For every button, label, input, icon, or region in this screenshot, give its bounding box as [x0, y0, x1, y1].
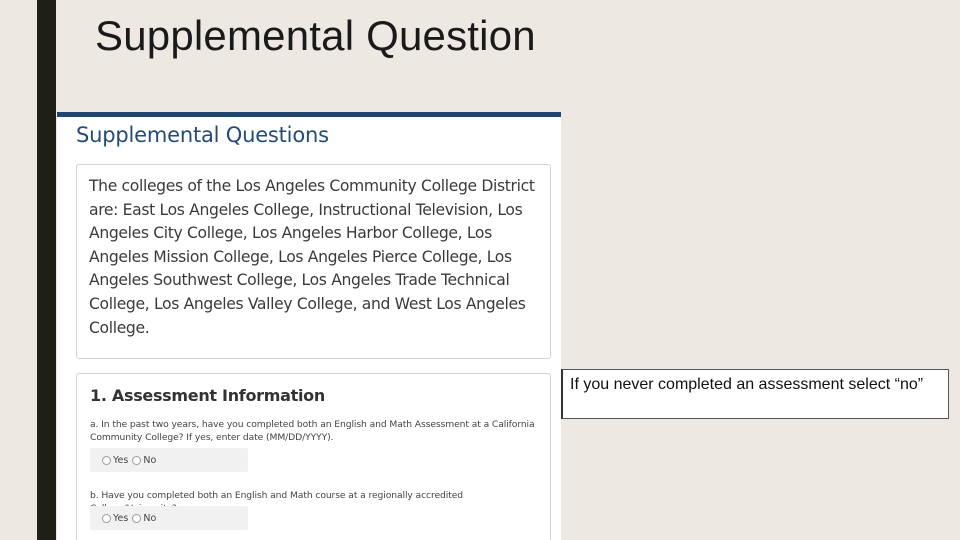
info-card: The colleges of the Los Angeles Communit… — [76, 164, 551, 359]
radio-circle-icon — [102, 455, 111, 465]
question-a-no-radio[interactable]: No — [132, 455, 156, 466]
radio-circle-icon — [132, 455, 142, 465]
question-a-radio-group: Yes No — [90, 448, 248, 472]
slide-title: Supplemental Question — [95, 12, 536, 59]
left-accent-bar — [37, 0, 56, 540]
radio-circle-icon — [102, 513, 111, 523]
question-a-yes-radio[interactable]: Yes — [102, 455, 128, 466]
assessment-card: 1. Assessment Information a. In the past… — [76, 373, 551, 540]
radio-label: No — [143, 512, 157, 524]
form-screenshot: Supplemental Questions The colleges of t… — [57, 112, 561, 540]
section-title: 1. Assessment Information — [90, 386, 325, 405]
question-b-radio-group: Yes No — [90, 506, 248, 530]
radio-label: Yes — [113, 454, 129, 466]
question-b-no-radio[interactable]: No — [132, 513, 156, 524]
form-heading: Supplemental Questions — [76, 123, 329, 147]
radio-label: No — [143, 454, 157, 466]
radio-circle-icon — [132, 513, 142, 523]
question-a-text: a. In the past two years, have you compl… — [90, 419, 535, 443]
callout-note-text: If you never completed an assessment sel… — [570, 376, 924, 393]
callout-note: If you never completed an assessment sel… — [561, 369, 949, 419]
college-list-text: The colleges of the Los Angeles Communit… — [89, 177, 535, 337]
question-b-yes-radio[interactable]: Yes — [102, 513, 128, 524]
radio-label: Yes — [113, 512, 129, 524]
